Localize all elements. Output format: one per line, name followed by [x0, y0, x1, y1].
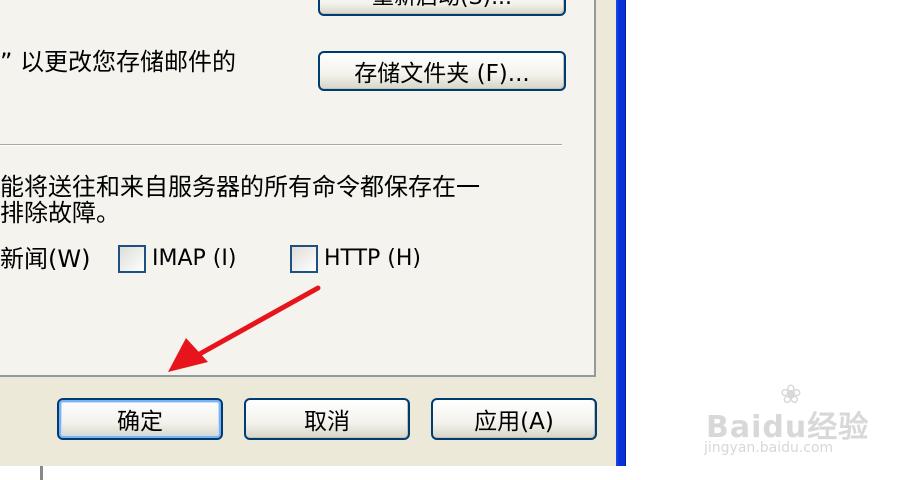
- baidu-watermark: ❀ Baidu经验 jingyan.baidu.com: [700, 380, 890, 460]
- watermark-url: jingyan.baidu.com: [704, 440, 834, 456]
